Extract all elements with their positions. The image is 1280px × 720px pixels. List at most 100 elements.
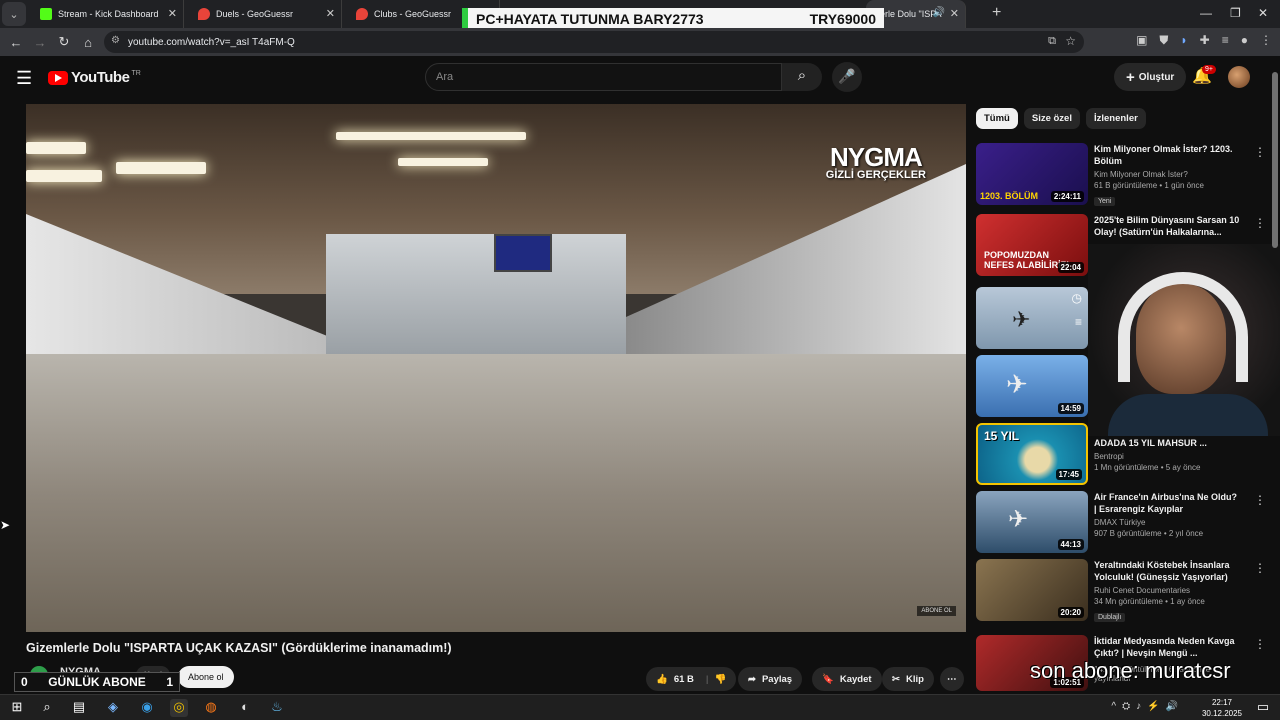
search-icon[interactable]: ⌕ [38,699,56,717]
edge-icon[interactable]: ◉ [138,699,156,717]
tab-geoguessr-duels[interactable]: Duels - GeoGuessr ✕ [184,0,342,28]
shield-icon[interactable]: ⛊ [1159,33,1168,48]
like-button[interactable]: 👍 61 B | 👎 [646,667,737,691]
scrollbar-thumb[interactable] [1272,72,1278,248]
tab-kick-dashboard[interactable]: Stream - Kick Dashboard ✕ [26,0,184,28]
extensions-toolbar: ▣ ⛊ ◗ ✚ ≡ ● ⋮ [1136,33,1272,48]
chip-all[interactable]: Tümü [976,108,1018,129]
tab-audio-icon[interactable]: 🔊 [933,7,945,18]
watch-later-icon[interactable]: ◷ [1072,291,1082,305]
forward-arrow-icon[interactable]: → [28,35,52,50]
media-icon[interactable]: ≡ [1222,33,1229,48]
obs-icon[interactable]: ◐ [236,699,254,717]
system-tray-icons[interactable]: ^⛭♪⚡🔊 [1111,701,1184,712]
rec-item[interactable]: 1203. BÖLÜM 2:24:11 Kim Milyoner Olmak İ… [976,143,1272,207]
subscribe-button[interactable]: Abone ol [178,666,234,688]
task-view-icon[interactable]: ▤ [70,699,88,717]
thumbs-up-icon: 👍 [656,673,668,685]
notification-center-icon[interactable]: ▭ [1254,699,1272,717]
last-subscriber-text: son abone: muratcsr [1030,658,1231,683]
install-icon[interactable]: ⧉ [1048,35,1056,48]
restore-button[interactable]: ❐ [1230,6,1241,20]
video-corner-tag: ABONE OL [917,606,956,616]
rec-channel[interactable]: Ruhi Cenet Documentaries [1094,586,1240,595]
rec-title[interactable]: Yeraltındaki Köstebek İnsanlara Yolculuk… [1094,559,1240,583]
minimize-button[interactable]: — [1200,6,1212,20]
clip-label: Klip [905,673,924,685]
chip-for-you[interactable]: Size özel [1023,108,1080,129]
account-avatar[interactable] [1228,66,1250,88]
hamburger-menu-icon[interactable]: ☰ [16,68,32,89]
tab-close-icon[interactable]: ✕ [326,7,335,20]
save-button[interactable]: 🔖 Kaydet [812,667,882,691]
rec-title[interactable]: ADADA 15 YIL MAHSUR ... [1094,437,1240,449]
rec-menu-dots-icon[interactable]: ⋮ [1254,216,1266,230]
video-frame-light [26,170,102,182]
thumbs-down-icon[interactable]: 👎 [715,674,727,685]
video-frame-light [336,132,526,140]
voice-search-button[interactable]: 🎤 [832,62,862,92]
rec-thumbnail[interactable]: ✈ 14:59 [976,355,1088,417]
rec-thumbnail[interactable]: 20:20 [976,559,1088,621]
clock-time: 22:17 [1211,698,1232,707]
more-dots-icon: ⋯ [947,673,957,685]
page-scrollbar[interactable] [1272,64,1278,690]
share-button[interactable]: ➦ Paylaş [738,667,803,691]
search-button[interactable]: ⌕ [782,63,822,91]
rec-thumbnail[interactable]: 1203. BÖLÜM 2:24:11 [976,143,1088,205]
like-count: 61 B [673,673,694,685]
reload-icon[interactable]: ↻ [52,34,76,50]
rec-menu-dots-icon[interactable]: ⋮ [1254,145,1266,159]
clip-button[interactable]: ✂ Klip [882,667,934,691]
rec-channel[interactable]: DMAX Türkiye [1094,518,1240,527]
tab-label: Duels - GeoGuessr [216,9,294,19]
window-close-button[interactable]: ✕ [1258,6,1268,20]
puzzle-icon[interactable]: ✚ [1200,33,1210,48]
video-player[interactable]: NYGMA GİZLİ GERÇEKLER ABONE OL [26,104,966,632]
search-input[interactable]: Ara [425,63,782,91]
rec-title[interactable]: Air France'ın Airbus'ına Ne Oldu? | Esra… [1094,491,1240,515]
rec-item[interactable]: ✈ 44:13 Air France'ın Airbus'ına Ne Oldu… [976,491,1272,555]
rec-item[interactable]: 20:20 Yeraltındaki Köstebek İnsanlara Yo… [976,559,1272,623]
rec-menu-dots-icon[interactable]: ⋮ [1254,493,1266,507]
tab-close-icon[interactable]: ✕ [168,7,177,20]
rec-thumbnail[interactable]: POPOMUZDAN NEFES ALABİLİRİZ! 22:04 [976,214,1088,276]
steam-icon[interactable]: ♨ [268,699,286,717]
extension-icon[interactable]: ◗ [1180,33,1187,48]
rec-thumbnail[interactable]: ✈ 44:13 [976,491,1088,553]
tab-search-icon[interactable]: ⌄ [2,2,26,26]
chrome-icon[interactable]: ◎ [170,699,188,717]
rec-thumbnail[interactable]: 15 YIL 17:45 [976,423,1088,485]
profile-icon[interactable]: ● [1241,33,1248,48]
more-actions-button[interactable]: ⋯ [940,667,964,691]
menu-dots-icon[interactable]: ⋮ [1260,33,1272,48]
bookmark-star-icon[interactable]: ☆ [1065,34,1076,48]
copilot-icon[interactable]: ◈ [104,699,122,717]
firefox-icon[interactable]: ◍ [202,699,220,717]
add-to-queue-icon[interactable]: ≡ [1075,315,1082,329]
windows-start-icon[interactable]: ⊞ [8,699,26,717]
url-field[interactable]: ⚙ youtube.com/watch?v=_asI T4aFM-Q ⧉ ☆ [104,31,1084,53]
create-button[interactable]: + Oluştur [1114,63,1187,91]
back-arrow-icon[interactable]: ← [4,35,28,50]
geoguessr-favicon-icon [356,8,368,20]
rec-title[interactable]: Kim Milyoner Olmak İster? 1203. Bölüm [1094,143,1240,167]
home-icon[interactable]: ⌂ [76,35,100,50]
duration-badge: 22:04 [1057,262,1084,273]
rec-menu-dots-icon[interactable]: ⋮ [1254,637,1266,651]
new-tab-button[interactable]: + [992,4,1001,22]
notification-count-badge: 9+ [1202,65,1216,74]
tab-close-icon[interactable]: ✕ [950,7,959,20]
extension-icon[interactable]: ▣ [1136,33,1147,48]
site-info-icon[interactable]: ⚙ [111,35,120,46]
duration-badge: 2:24:11 [1050,191,1084,202]
clock[interactable]: 22:17 30.12.2025 [1202,697,1242,719]
rec-menu-dots-icon[interactable]: ⋮ [1254,561,1266,575]
chip-watched[interactable]: İzlenenler [1085,108,1146,129]
rec-title[interactable]: İktidar Medyasında Neden Kavga Çıktı? | … [1094,635,1240,659]
rec-channel[interactable]: Kim Milyoner Olmak İster? [1094,170,1240,179]
youtube-logo[interactable]: YouTube TR [48,69,141,86]
rec-title[interactable]: 2025'te Bilim Dünyasını Sarsan 10 Olay! … [1094,214,1240,238]
rec-thumbnail[interactable]: ✈ ◷ ≡ [976,287,1088,349]
rec-channel[interactable]: Bentropi [1094,452,1240,461]
